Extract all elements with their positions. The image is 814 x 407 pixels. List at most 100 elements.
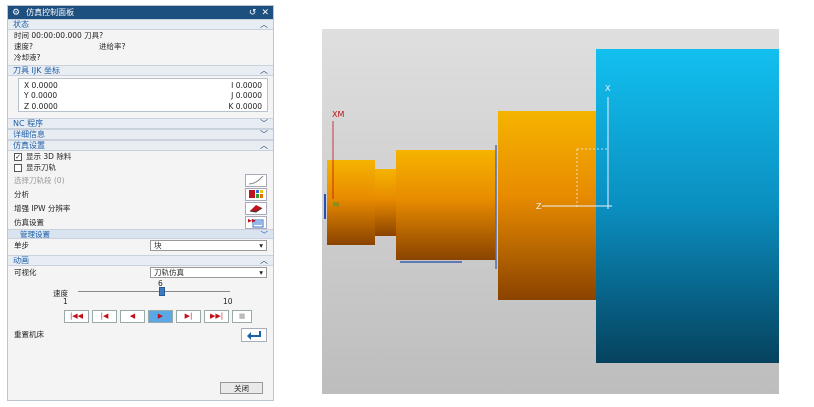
chevron-up-icon[interactable]: ︿: [260, 255, 268, 266]
section-coords[interactable]: 刀具 IJK 坐标 ︿: [8, 65, 273, 76]
panel-titlebar: ⚙ 仿真控制面板 ↺ ✕: [8, 6, 273, 19]
show-path-checkbox[interactable]: [14, 163, 22, 172]
ipw-label: 增强 IPW 分辨率: [14, 203, 71, 213]
step-select[interactable]: 块 ▾: [150, 240, 267, 251]
ipw-row: 增强 IPW 分辨率: [8, 201, 273, 215]
speed-min: 1: [63, 297, 68, 306]
manage-settings-label: 管理设置: [20, 229, 50, 239]
part-step-2: [375, 169, 396, 236]
coord-k: K 0.0000: [228, 101, 262, 111]
section-sim-settings[interactable]: 仿真设置 ︿: [8, 140, 273, 151]
reset-machine-row: 重置机床: [8, 327, 273, 342]
settings-sheet-icon: ▶▶: [248, 218, 264, 227]
show-3d-checkbox[interactable]: ✓: [14, 152, 22, 161]
simulation-control-panel: ⚙ 仿真控制面板 ↺ ✕ 状态 ︿ 时间 00:00:00.000 刀具? 速度?…: [7, 5, 274, 401]
speed-slider-thumb[interactable]: [158, 287, 165, 296]
section-animation-label: 动画: [13, 256, 29, 265]
status-speed-row: 速度? 进给率?: [8, 41, 273, 52]
section-nc-label: NC 程序: [13, 119, 44, 128]
section-sim-label: 仿真设置: [13, 141, 45, 150]
status-time-row: 时间 00:00:00.000 刀具?: [8, 30, 273, 41]
status-coolant-row: 冷却液?: [8, 52, 273, 63]
dropdown-arrow-icon: ▾: [259, 268, 263, 277]
close-icon[interactable]: ✕: [261, 8, 269, 18]
step-forward-icon[interactable]: ▶|: [176, 309, 201, 323]
chevron-down-icon[interactable]: ﹀: [260, 129, 268, 140]
chevron-down-icon[interactable]: ﹀: [261, 229, 269, 240]
sim-settings-row: 仿真设置 ▶▶: [8, 215, 273, 229]
status-time: 时间 00:00:00.000: [14, 31, 82, 40]
svg-text:▶▶: ▶▶: [248, 218, 256, 224]
show-3d-row[interactable]: ✓ 显示 3D 除料: [8, 151, 273, 162]
chuck-body: [596, 49, 779, 363]
sim-settings-button[interactable]: ▶▶: [245, 215, 267, 229]
ipw-icon: [249, 205, 263, 213]
speed-max: 10: [223, 297, 233, 306]
step-select-value: 块: [154, 241, 162, 250]
playback-controls: |◀◀ |◀ ◀ ▶ ▶| ▶▶| ■: [8, 309, 273, 323]
status-speed: 速度?: [14, 42, 33, 51]
color-chart-icon: [249, 190, 263, 198]
step-row: 单步 块 ▾: [8, 239, 273, 252]
gear-icon[interactable]: ⚙: [12, 8, 20, 18]
close-button[interactable]: 关闭: [220, 382, 263, 394]
stop-icon[interactable]: ■: [232, 309, 252, 323]
coords-box: X 0.0000 I 0.0000 Y 0.0000 J 0.0000 Z 0.00…: [18, 78, 268, 112]
reset-machine-button[interactable]: [241, 327, 267, 342]
section-status[interactable]: 状态 ︿: [8, 19, 273, 30]
curve-icon: [248, 175, 264, 185]
fast-forward-to-end-icon[interactable]: ▶▶|: [204, 309, 229, 323]
chevron-up-icon[interactable]: ︿: [260, 140, 268, 151]
part-step-3: [396, 150, 496, 260]
reset-machine-label: 重置机床: [14, 330, 44, 339]
analysis-label: 分析: [14, 189, 29, 199]
axis-label-xm: XM: [332, 110, 344, 119]
rewind-to-start-icon[interactable]: |◀◀: [64, 309, 89, 323]
status-feed: 进给率?: [99, 42, 126, 51]
coord-z: Z 0.0000: [24, 101, 58, 111]
section-details-label: 详细信息: [13, 130, 45, 139]
chevron-up-icon[interactable]: ︿: [260, 65, 268, 76]
chevron-up-icon[interactable]: ︿: [260, 19, 268, 30]
status-coolant: 冷却液?: [14, 53, 41, 62]
show-path-label: 显示刀轨: [26, 163, 56, 172]
graphics-viewport[interactable]: XM X Z M: [322, 29, 779, 394]
select-path-button[interactable]: [245, 173, 267, 187]
play-reverse-icon[interactable]: ◀: [120, 309, 145, 323]
visualization-label: 可视化: [14, 268, 37, 277]
section-details[interactable]: 详细信息 ﹀: [8, 129, 273, 140]
visualization-row: 可视化 刀轨仿真 ▾: [8, 266, 273, 279]
show-path-row[interactable]: 显示刀轨: [8, 162, 273, 173]
section-nc-program[interactable]: NC 程序 ﹀: [8, 118, 273, 129]
axis-label-zm: M: [333, 201, 339, 209]
step-back-icon[interactable]: |◀: [92, 309, 117, 323]
speed-slider-track[interactable]: [78, 291, 230, 292]
coord-y: Y 0.0000: [24, 91, 58, 101]
dropdown-arrow-icon: ▾: [259, 241, 263, 250]
chevron-down-icon[interactable]: ﹀: [260, 118, 268, 129]
play-forward-icon[interactable]: ▶: [148, 309, 173, 323]
visualization-select[interactable]: 刀轨仿真 ▾: [150, 267, 267, 278]
show-3d-label: 显示 3D 除料: [26, 152, 72, 161]
manage-settings-subsection[interactable]: 管理设置 ﹀: [8, 229, 273, 239]
coord-x: X 0.0000: [24, 80, 58, 90]
speed-slider-block: 速度 6 1 10: [8, 279, 273, 309]
analysis-row: 分析: [8, 187, 273, 201]
coord-i: I 0.0000: [231, 80, 262, 90]
select-path-label: 选择刀轨段 (0): [14, 175, 65, 185]
section-status-label: 状态: [13, 20, 29, 29]
lathe-part-render: XM X Z M: [324, 49, 779, 363]
section-coords-label: 刀具 IJK 坐标: [13, 66, 61, 75]
sim-settings-label: 仿真设置: [14, 217, 44, 227]
axis-label-x: X: [605, 84, 611, 93]
coord-j: J 0.0000: [231, 91, 262, 101]
ipw-button[interactable]: [245, 201, 267, 215]
panel-title: 仿真控制面板: [26, 8, 75, 17]
analysis-button[interactable]: [245, 187, 267, 201]
axis-label-z: Z: [536, 202, 542, 211]
return-arrow-icon: [247, 330, 261, 340]
reset-icon[interactable]: ↺: [249, 8, 257, 18]
visualization-select-value: 刀轨仿真: [154, 268, 184, 277]
step-label: 单步: [14, 241, 29, 250]
section-animation[interactable]: 动画 ︿: [8, 255, 273, 266]
